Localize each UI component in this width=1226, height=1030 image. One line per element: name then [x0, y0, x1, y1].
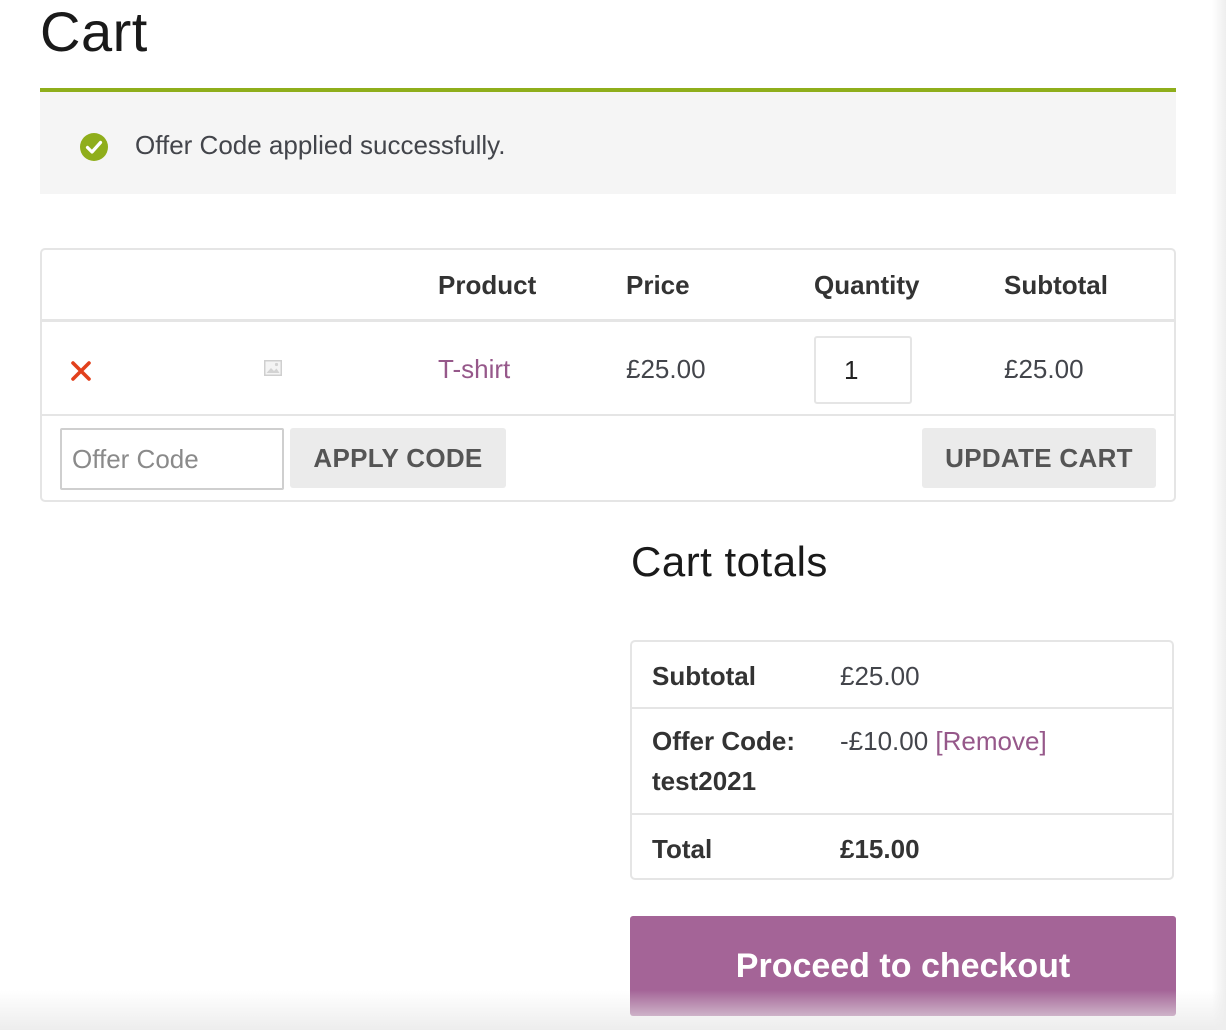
cart-table-header: Product Price Quantity Subtotal	[42, 250, 1174, 322]
check-circle-icon	[80, 133, 108, 161]
cart-totals-title: Cart totals	[631, 538, 828, 585]
remove-offer-link[interactable]: [Remove]	[935, 726, 1046, 756]
product-link[interactable]: T-shirt	[438, 354, 510, 385]
header-price: Price	[626, 270, 690, 300]
offer-code-label: Offer Code:	[652, 726, 795, 756]
apply-code-button[interactable]: APPLY CODE	[290, 428, 506, 488]
offer-code-input[interactable]	[60, 428, 284, 490]
cart-totals-table: Subtotal £25.00 Offer Code: test2021 -£1…	[630, 640, 1174, 880]
page-right-edge	[1212, 0, 1226, 1030]
notice-message: Offer Code applied successfully.	[135, 130, 506, 160]
row-subtotal: £25.00	[1004, 354, 1084, 384]
offer-value-wrap: -£10.00 [Remove]	[840, 721, 1047, 761]
offer-code-name: test2021	[652, 766, 757, 796]
subtotal-value: £25.00	[840, 661, 920, 691]
totals-row-total: Total £15.00	[632, 815, 1172, 880]
total-value: £15.00	[840, 834, 920, 864]
cart-actions: APPLY CODE UPDATE CART	[42, 418, 1174, 502]
proceed-to-checkout-button[interactable]: Proceed to checkout	[630, 916, 1176, 1016]
subtotal-label: Subtotal	[652, 661, 756, 691]
totals-row-offer: Offer Code: test2021 -£10.00 [Remove]	[632, 709, 1172, 815]
table-row: T-shirt £25.00 £25.00	[42, 322, 1174, 416]
offer-discount-value: -£10.00	[840, 726, 929, 756]
product-price: £25.00	[626, 354, 706, 384]
page-title: Cart	[40, 0, 148, 63]
quantity-input[interactable]	[814, 336, 912, 404]
totals-row-subtotal: Subtotal £25.00	[632, 642, 1172, 709]
remove-item-icon[interactable]	[70, 360, 92, 382]
header-product: Product	[438, 270, 537, 300]
header-subtotal: Subtotal	[1004, 270, 1108, 300]
update-cart-button[interactable]: UPDATE CART	[922, 428, 1156, 488]
success-notice: Offer Code applied successfully.	[40, 88, 1176, 194]
header-quantity: Quantity	[814, 270, 920, 300]
product-thumbnail-icon[interactable]	[264, 360, 282, 376]
cart-table: Product Price Quantity Subtotal T-shirt …	[40, 248, 1176, 502]
total-label: Total	[652, 834, 713, 864]
